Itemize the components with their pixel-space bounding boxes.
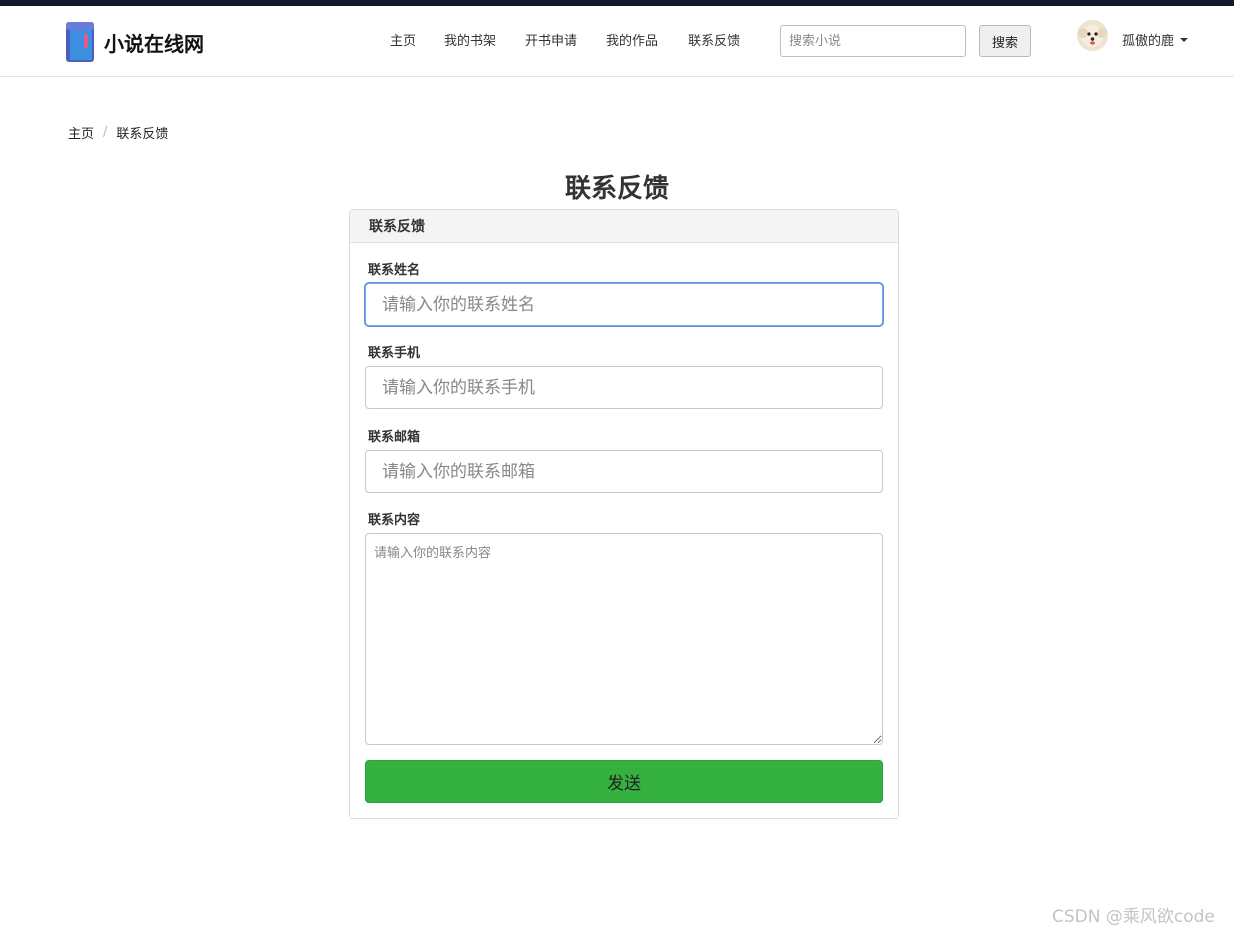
content-textarea[interactable] bbox=[365, 533, 883, 745]
name-input[interactable] bbox=[365, 283, 883, 326]
dog-avatar-icon bbox=[1077, 20, 1108, 51]
breadcrumb-current: 联系反馈 bbox=[116, 127, 169, 142]
name-label: 联系姓名 bbox=[368, 263, 421, 278]
nav-home[interactable]: 主页 bbox=[390, 30, 416, 49]
breadcrumb-separator: / bbox=[103, 125, 108, 140]
search-button[interactable]: 搜索 bbox=[979, 25, 1031, 57]
breadcrumb-home[interactable]: 主页 bbox=[68, 123, 94, 142]
card-header: 联系反馈 bbox=[350, 210, 898, 243]
email-input[interactable] bbox=[365, 450, 883, 493]
nav-bookshelf[interactable]: 我的书架 bbox=[444, 30, 496, 49]
page-title: 联系反馈 bbox=[564, 174, 669, 204]
content-label: 联系内容 bbox=[368, 513, 421, 528]
feedback-card: 联系反馈 联系姓名 联系手机 联系邮箱 联系内容 发送 bbox=[349, 209, 899, 819]
watermark: CSDN @乘风欲code bbox=[1052, 907, 1215, 927]
username: 孤傲的鹿 bbox=[1122, 34, 1175, 49]
user-menu[interactable]: 孤傲的鹿 bbox=[1122, 30, 1189, 49]
send-button[interactable]: 发送 bbox=[365, 760, 883, 803]
phone-label: 联系手机 bbox=[368, 346, 421, 361]
nav-links: 主页 我的书架 开书申请 我的作品 联系反馈 bbox=[378, 30, 770, 49]
breadcrumb: 主页 / 联系反馈 bbox=[68, 123, 168, 142]
avatar[interactable] bbox=[1077, 20, 1108, 51]
caret-down-icon bbox=[1180, 37, 1189, 42]
nav-my-works[interactable]: 我的作品 bbox=[606, 30, 658, 49]
navbar: 小说在线网 主页 我的书架 开书申请 我的作品 联系反馈 搜索 孤傲的鹿 bbox=[0, 6, 1234, 77]
search-input[interactable] bbox=[780, 25, 966, 57]
phone-input[interactable] bbox=[365, 366, 883, 409]
brand[interactable]: 小说在线网 bbox=[64, 20, 204, 64]
nav-feedback[interactable]: 联系反馈 bbox=[688, 30, 740, 49]
nav-book-application[interactable]: 开书申请 bbox=[525, 30, 577, 49]
brand-name: 小说在线网 bbox=[104, 31, 204, 56]
book-logo-icon bbox=[66, 22, 94, 62]
email-label: 联系邮箱 bbox=[368, 430, 421, 445]
